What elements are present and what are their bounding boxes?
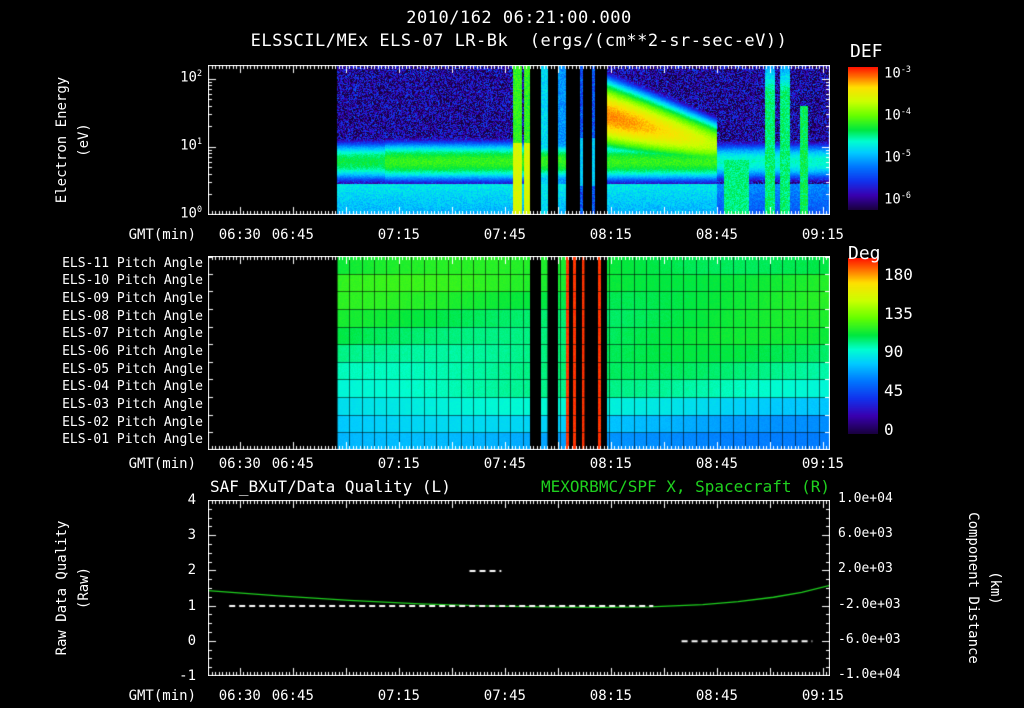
- pitch-row-label: ELS-05 Pitch Angle: [62, 361, 203, 377]
- time-tick-label-p2: 07:15: [377, 456, 420, 472]
- gmt-axis-label-p1: GMT(min): [128, 227, 196, 243]
- distance-ytick-label: -1.0e+04: [838, 667, 901, 682]
- deg-colorbar-tick-label: 180: [884, 265, 913, 284]
- time-tick-label-p1: 09:15: [801, 227, 844, 243]
- time-tick-label-p2: 08:15: [589, 456, 632, 472]
- quality-axis-label-line1: Raw Data Quality: [54, 520, 70, 656]
- pitch-row-label: ELS-10 Pitch Angle: [62, 273, 203, 289]
- pitch-row-label: ELS-11 Pitch Angle: [62, 255, 203, 271]
- time-tick-label-p3: 09:15: [801, 688, 844, 704]
- energy-spectrogram-canvas: [208, 65, 830, 215]
- time-tick-label-p3: 08:15: [589, 688, 632, 704]
- energy-ytick-label: 102: [180, 67, 202, 86]
- time-tick-label-p2: 06:45: [271, 456, 314, 472]
- timestamp-title: 2010/162 06:21:00.000: [406, 8, 632, 28]
- time-tick-label-p1: 07:45: [483, 227, 526, 243]
- gmt-axis-label-p3: GMT(min): [128, 688, 196, 704]
- distance-axis-label-line1: Component Distance: [965, 512, 981, 664]
- deg-colorbar-title: Deg: [848, 243, 881, 264]
- pitch-row-label: ELS-03 Pitch Angle: [62, 396, 203, 412]
- quality-ytick-label: 1: [187, 597, 196, 614]
- def-colorbar-tick-label: 10-5: [884, 148, 911, 166]
- time-tick-label-p2: 09:15: [801, 456, 844, 472]
- energy-ytick-label: 101: [180, 135, 202, 154]
- def-colorbar-tick-label: 10-6: [884, 190, 911, 208]
- distance-axis-label-line2: (km): [987, 571, 1003, 605]
- pitch-row-label: ELS-04 Pitch Angle: [62, 379, 203, 395]
- plot-title: ELSSCIL/MEx ELS-07 LR-Bk (ergs/(cm**2-sr…: [108, 31, 930, 51]
- distance-title-right: MEXORBMC/SPF X, Spacecraft (R): [541, 477, 830, 496]
- pitch-row-label: ELS-06 Pitch Angle: [62, 344, 203, 359]
- distance-ytick-label: -2.0e+03: [838, 596, 901, 612]
- distance-ytick-label: 1.0e+04: [838, 491, 893, 506]
- def-colorbar-tick-label: 10-4: [884, 106, 911, 124]
- deg-colorbar-tick-label: 45: [884, 381, 904, 400]
- quality-axis-label-line2: (Raw): [76, 566, 92, 610]
- time-tick-label-p2: 08:45: [695, 456, 738, 472]
- gmt-axis-label-p2: GMT(min): [128, 456, 196, 472]
- time-tick-label-p1: 07:15: [377, 227, 420, 243]
- quality-ytick-label: 3: [187, 527, 196, 544]
- pitch-row-label: ELS-09 Pitch Angle: [62, 291, 203, 307]
- deg-colorbar-tick-label: 135: [884, 304, 913, 323]
- time-tick-label-p1: 06:30: [218, 227, 261, 243]
- time-tick-label-p2: 07:45: [483, 456, 526, 472]
- deg-colorbar-tick-label: 90: [884, 342, 904, 361]
- title-spacer: [508, 31, 529, 51]
- time-tick-label-p2: 06:30: [218, 456, 261, 472]
- distance-ytick-label: 6.0e+03: [838, 526, 893, 542]
- def-colorbar-tick-label: 10-3: [884, 64, 911, 82]
- quality-ytick-label: -1: [179, 668, 196, 684]
- quality-ytick-label: 2: [187, 562, 196, 579]
- time-tick-label-p1: 08:15: [589, 227, 632, 243]
- pitch-row-label: ELS-07 Pitch Angle: [62, 326, 203, 342]
- time-tick-label-p3: 07:45: [483, 688, 526, 704]
- time-tick-label-p3: 08:45: [695, 688, 738, 704]
- def-colorbar-title: DEF: [850, 41, 883, 62]
- distance-ytick-label: -6.0e+03: [838, 631, 901, 647]
- distance-ytick-label: 2.0e+03: [838, 561, 893, 577]
- time-tick-label-p3: 06:30: [218, 688, 261, 704]
- pitch-row-label: ELS-02 Pitch Angle: [62, 414, 203, 430]
- def-colorbar-canvas: [848, 67, 878, 210]
- pitch-row-label: ELS-08 Pitch Angle: [62, 308, 203, 324]
- units-label: (ergs/(cm**2-sr-sec-eV)): [529, 31, 788, 51]
- quality-ytick-label: 4: [187, 492, 196, 508]
- energy-axis-label-line2: (eV): [76, 123, 92, 157]
- quality-ytick-label: 0: [187, 632, 196, 649]
- plot-page: 2010/162 06:21:00.000 ELSSCIL/MEx ELS-07…: [0, 0, 1024, 708]
- deg-colorbar-canvas: [848, 258, 878, 434]
- pitch-angle-canvas: [208, 256, 830, 450]
- time-tick-label-p1: 06:45: [271, 227, 314, 243]
- deg-colorbar-tick-label: 0: [884, 420, 894, 439]
- time-tick-label-p1: 08:45: [695, 227, 738, 243]
- quality-distance-canvas: [208, 500, 830, 676]
- pitch-row-label: ELS-01 Pitch Angle: [62, 432, 203, 448]
- energy-ytick-label: 100: [180, 204, 202, 222]
- instrument-title: ELSSCIL/MEx ELS-07 LR-Bk: [250, 31, 509, 51]
- time-tick-label-p3: 06:45: [271, 688, 314, 704]
- time-tick-label-p3: 07:15: [377, 688, 420, 704]
- energy-axis-label-line1: Electron Energy: [54, 76, 70, 204]
